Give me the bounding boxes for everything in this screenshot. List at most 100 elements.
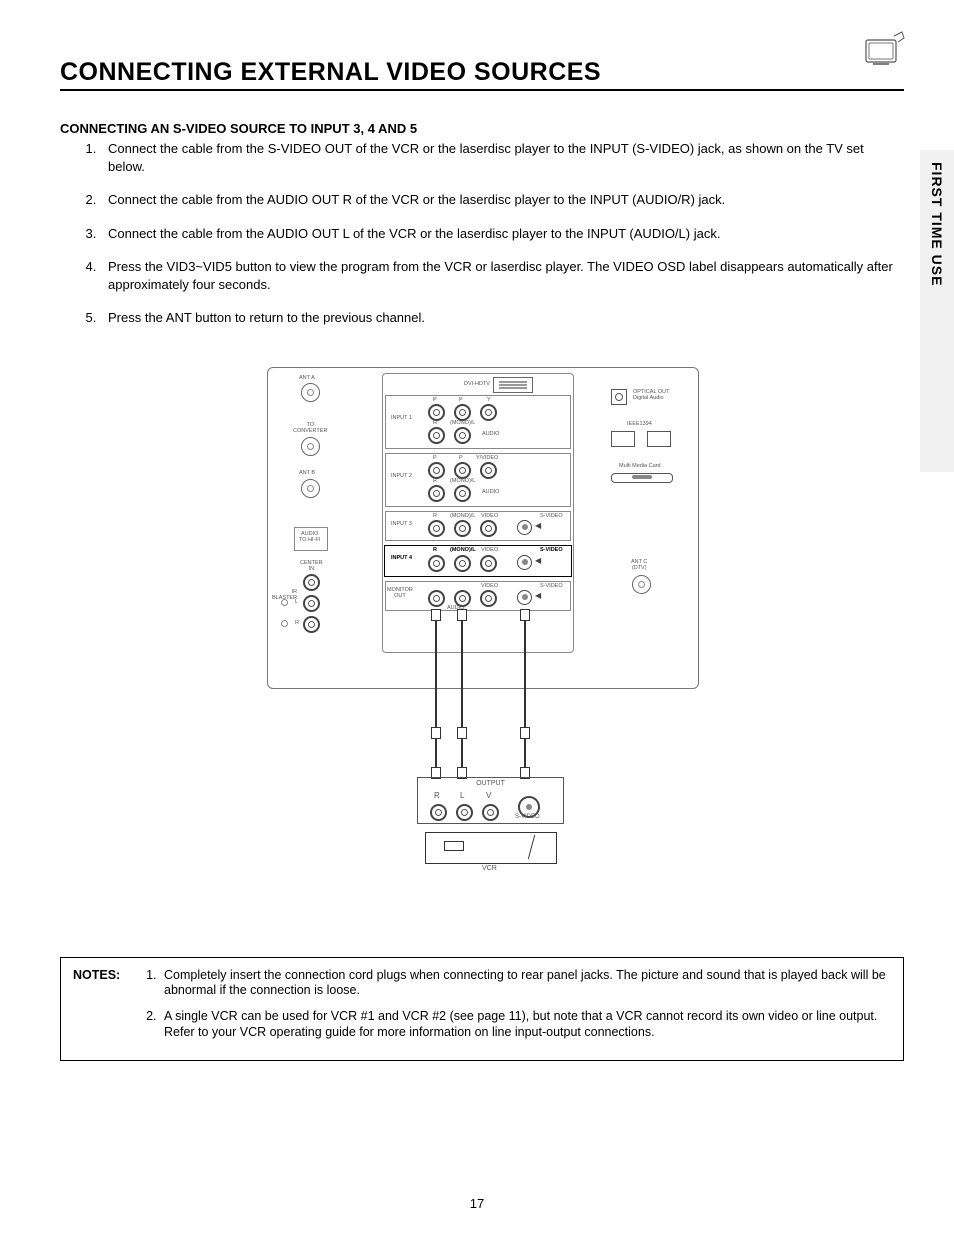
lbl: P [459, 455, 463, 461]
lbl: S-VIDEO [540, 513, 563, 519]
mon-sv [517, 590, 532, 605]
in4-sv [517, 555, 532, 570]
label-input4: INPUT 4 [391, 555, 412, 561]
label-l: L [295, 599, 298, 605]
plug-mid-l [457, 727, 467, 739]
dvi-port [493, 377, 533, 393]
jack-l [303, 595, 320, 612]
note-2: A single VCR can be used for VCR #1 and … [160, 1009, 891, 1040]
in2-pr [428, 462, 445, 479]
plug-r-top [431, 609, 441, 621]
jack-ant-a [301, 383, 320, 402]
arrow-icon: ◀ [535, 521, 541, 530]
lbl: P [433, 455, 437, 461]
lbl: VIDEO [481, 513, 498, 519]
lbl: (MONO)/L [450, 420, 475, 426]
notes-box: NOTES: Completely insert the connection … [60, 957, 904, 1062]
lbl: R [433, 420, 437, 426]
lbl: AUDIO [482, 489, 499, 495]
jack-ant-b [301, 479, 320, 498]
label-monitor: MONITOR OUT [387, 587, 413, 599]
in1-pb [454, 404, 471, 421]
lbl: VIDEO [481, 583, 498, 589]
lbl: Y [487, 397, 491, 403]
mmcard-slot [611, 473, 673, 483]
lbl: Y/VIDEO [476, 455, 498, 461]
in3-l [454, 520, 471, 537]
in4-r [428, 555, 445, 572]
lbl: S-VIDEO [515, 814, 540, 821]
lbl: R [433, 513, 437, 519]
step-1: Connect the cable from the S-VIDEO OUT o… [100, 140, 904, 175]
label-output: OUTPUT [476, 780, 505, 787]
vcr-device [425, 832, 557, 864]
cable-l [461, 621, 463, 771]
step-5: Press the ANT button to return to the pr… [100, 309, 904, 327]
in2-al [454, 485, 471, 502]
lbl: S-VIDEO [540, 583, 563, 589]
in1-al [454, 427, 471, 444]
lbl: (MONO)/L [450, 547, 476, 553]
notes-label: NOTES: [73, 968, 138, 1051]
in2-pb [454, 462, 471, 479]
input1-box [385, 395, 571, 449]
label-dvi: DVI-HDTV [464, 381, 490, 387]
lbl: (MONO)/L [450, 478, 475, 484]
label-mmcard: Multi Media Card [619, 463, 661, 469]
section-subtitle: CONNECTING AN S-VIDEO SOURCE TO INPUT 3,… [60, 121, 904, 136]
lbl: L [460, 792, 464, 801]
lbl: (MONO)/L [450, 513, 475, 519]
optical-port [611, 389, 627, 405]
label-ant-b: ANT B [299, 470, 315, 476]
vcr-l [456, 804, 473, 821]
label-ant-a: ANT A [299, 375, 315, 381]
label-center-in: CENTER IN [300, 560, 323, 572]
in3-sv [517, 520, 532, 535]
ieee-port-1 [611, 431, 635, 447]
cable-r [435, 621, 437, 771]
in3-v [480, 520, 497, 537]
lbl: S-VIDEO [540, 547, 563, 553]
vcr-v [482, 804, 499, 821]
plug-l-top [457, 609, 467, 621]
lbl: VIDEO [481, 547, 498, 553]
lbl: R [434, 792, 440, 801]
notes-list: Completely insert the connection cord pl… [138, 968, 891, 1051]
label-optical: OPTICAL OUT Digital Audio [633, 389, 669, 401]
cable-sv [524, 621, 526, 771]
input2-box [385, 453, 571, 507]
label-audio-hifi: AUDIO TO HI-FI [299, 531, 320, 543]
in4-l [454, 555, 471, 572]
label-ieee: IEEE1394 [627, 421, 652, 427]
ir-jack-1 [281, 599, 288, 606]
ir-jack-2 [281, 620, 288, 627]
in1-pr [428, 404, 445, 421]
mon-v [480, 590, 497, 607]
lbl: V [486, 792, 491, 801]
arrow-icon: ◀ [535, 556, 541, 565]
lbl: AUDIO [482, 431, 499, 437]
in2-ar [428, 485, 445, 502]
label-r: R [295, 620, 299, 626]
ieee-port-2 [647, 431, 671, 447]
label-input1: INPUT 1 [391, 415, 412, 421]
instruction-list: Connect the cable from the S-VIDEO OUT o… [60, 140, 904, 327]
plug-mid-r [431, 727, 441, 739]
page-title: CONNECTING EXTERNAL VIDEO SOURCES [60, 58, 904, 91]
jack-center-in [303, 574, 320, 591]
lbl: P [459, 397, 463, 403]
page-number: 17 [0, 1196, 954, 1211]
plug-mid-sv [520, 727, 530, 739]
label-ant-c: ANT C (DTV) [631, 559, 647, 571]
in1-ar [428, 427, 445, 444]
in2-y [480, 462, 497, 479]
label-input2: INPUT 2 [391, 473, 412, 479]
arrow-icon: ◀ [535, 591, 541, 600]
mon-r [428, 590, 445, 607]
step-3: Connect the cable from the AUDIO OUT L o… [100, 225, 904, 243]
note-1: Completely insert the connection cord pl… [160, 968, 891, 999]
vcr-output-panel: OUTPUT R L V S-VIDEO [417, 777, 564, 824]
connection-diagram: ANT A TO CONVERTER ANT B AUDIO TO HI-FI … [267, 367, 697, 867]
jack-r [303, 616, 320, 633]
in3-r [428, 520, 445, 537]
